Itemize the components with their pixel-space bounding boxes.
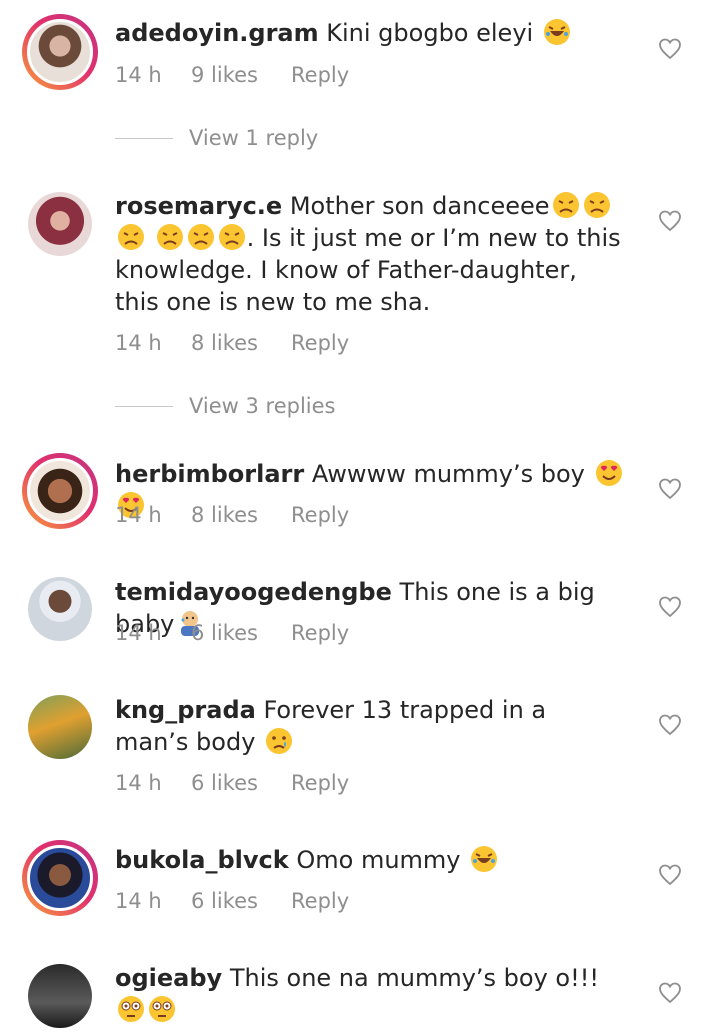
weary-face-emoji-icon xyxy=(218,224,245,250)
weary-face-emoji-icon xyxy=(118,224,144,250)
comment-time: 14 h xyxy=(115,503,162,527)
comment-meta: 14 h 8 likes Reply xyxy=(115,331,349,355)
reply-button[interactable]: Reply xyxy=(291,503,349,527)
comment-time: 14 h xyxy=(115,621,162,645)
view-replies-label: View 1 reply xyxy=(189,126,319,150)
avatar[interactable] xyxy=(22,571,98,647)
flushed-face-emoji-icon xyxy=(118,996,144,1022)
crying-face-emoji-icon xyxy=(266,728,293,754)
view-replies-label: View 3 replies xyxy=(189,394,336,418)
comment-body: Omo mummy xyxy=(296,846,461,874)
heart-outline-icon[interactable] xyxy=(658,713,682,737)
comment-meta: 14 h 6 likes Reply xyxy=(115,889,349,913)
comment-meta: 14 h 6 likes Reply xyxy=(115,621,349,645)
comment-meta: 14 h 9 likes Reply xyxy=(115,63,349,87)
divider xyxy=(115,405,173,407)
likes-count[interactable]: 9 likes xyxy=(191,63,291,87)
laughing-emoji-icon xyxy=(471,846,498,872)
weary-face-emoji-icon xyxy=(552,192,579,218)
reply-button[interactable]: Reply xyxy=(291,621,349,645)
likes-count[interactable]: 6 likes xyxy=(191,771,291,795)
heart-outline-icon[interactable] xyxy=(658,209,682,233)
reply-button[interactable]: Reply xyxy=(291,63,349,87)
username[interactable]: ogieaby xyxy=(115,964,222,992)
heart-outline-icon[interactable] xyxy=(658,863,682,887)
divider xyxy=(115,137,173,139)
comment-meta: 14 h 6 likes Reply xyxy=(115,771,349,795)
weary-face-emoji-icon xyxy=(187,224,214,250)
avatar[interactable] xyxy=(22,958,98,1034)
heart-outline-icon[interactable] xyxy=(658,37,682,61)
comment-time: 14 h xyxy=(115,771,162,795)
comment-body: This one na mummy’s boy o!!! xyxy=(229,964,599,992)
likes-count[interactable]: 8 likes xyxy=(191,331,291,355)
reply-button[interactable]: Reply xyxy=(291,331,349,355)
laughing-emoji-icon xyxy=(543,19,570,45)
avatar[interactable] xyxy=(22,14,98,90)
avatar[interactable] xyxy=(22,689,98,765)
avatar[interactable] xyxy=(22,186,98,262)
likes-count[interactable]: 6 likes xyxy=(191,889,291,913)
view-replies-button[interactable]: View 3 replies xyxy=(115,394,336,418)
flushed-face-emoji-icon xyxy=(149,996,175,1022)
comment-meta: 14 h 8 likes Reply xyxy=(115,503,349,527)
comment-body: Mother son danceeee xyxy=(289,192,550,220)
comment-body: Awwww mummy’s boy xyxy=(311,460,585,488)
avatar[interactable] xyxy=(22,840,98,916)
comment-text: ogieaby This one na mummy’s boy o!!! xyxy=(115,962,625,1026)
reply-button[interactable]: Reply xyxy=(291,771,349,795)
reply-button[interactable]: Reply xyxy=(291,889,349,913)
comment-time: 14 h xyxy=(115,63,162,87)
comment-text: rosemaryc.e Mother son danceeee . Is it … xyxy=(115,190,625,318)
avatar[interactable] xyxy=(22,453,98,529)
weary-face-emoji-icon xyxy=(583,192,610,218)
username[interactable]: adedoyin.gram xyxy=(115,19,319,47)
comment-time: 14 h xyxy=(115,331,162,355)
username[interactable]: rosemaryc.e xyxy=(115,192,282,220)
likes-count[interactable]: 8 likes xyxy=(191,503,291,527)
comment-text: kng_prada Forever 13 trapped in a man’s … xyxy=(115,694,625,758)
comment-time: 14 h xyxy=(115,889,162,913)
username[interactable]: herbimborlarr xyxy=(115,460,304,488)
username[interactable]: temidayoogedengbe xyxy=(115,578,392,606)
heart-eyes-emoji-icon xyxy=(595,460,622,486)
comment-text: adedoyin.gram Kini gbogbo eleyi xyxy=(115,17,625,49)
heart-outline-icon[interactable] xyxy=(658,981,682,1005)
heart-outline-icon[interactable] xyxy=(658,595,682,619)
heart-outline-icon[interactable] xyxy=(658,477,682,501)
username[interactable]: bukola_blvck xyxy=(115,846,289,874)
comment-text: bukola_blvck Omo mummy xyxy=(115,844,625,876)
username[interactable]: kng_prada xyxy=(115,696,256,724)
likes-count[interactable]: 6 likes xyxy=(191,621,291,645)
comment-body: Kini gbogbo eleyi xyxy=(326,19,534,47)
view-replies-button[interactable]: View 1 reply xyxy=(115,126,318,150)
weary-face-emoji-icon xyxy=(156,224,183,250)
